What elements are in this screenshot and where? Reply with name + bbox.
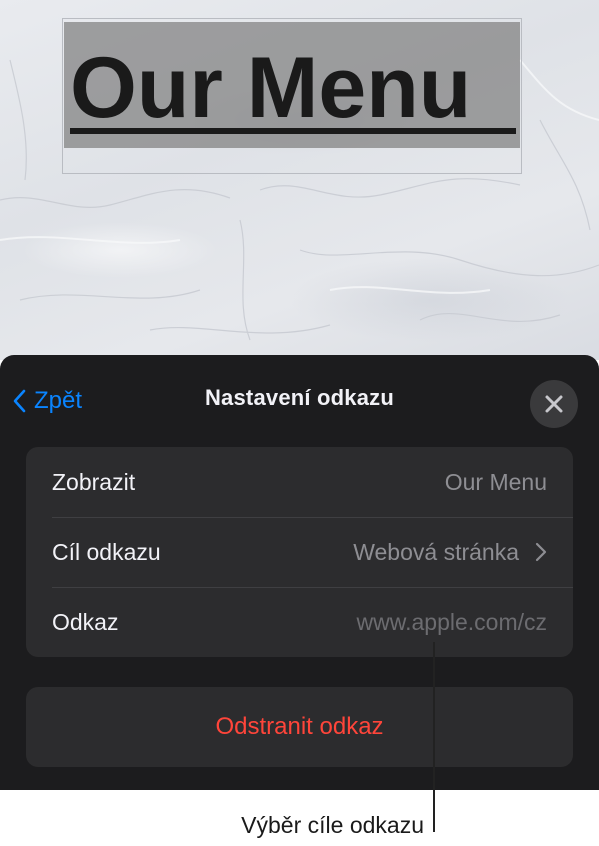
- remove-link-label: Odstranit odkaz: [215, 713, 384, 740]
- display-row[interactable]: Zobrazit Our Menu: [26, 447, 573, 517]
- close-icon: [545, 395, 563, 413]
- close-button[interactable]: [530, 380, 578, 428]
- link-target-label: Cíl odkazu: [52, 538, 161, 565]
- link-row[interactable]: Odkaz www.apple.com/cz: [26, 587, 573, 657]
- link-underline: [70, 128, 516, 134]
- link-label: Odkaz: [52, 608, 119, 635]
- remove-link-button[interactable]: Odstranit odkaz: [26, 687, 573, 767]
- callout-label: Výběr cíle odkazu: [241, 812, 424, 838]
- chevron-right-icon: [535, 542, 547, 562]
- link-url-field[interactable]: www.apple.com/cz: [357, 609, 547, 636]
- document-title[interactable]: Our Menu: [70, 38, 530, 138]
- callout-leader-line: [433, 642, 435, 832]
- link-target-value: Webová stránka: [353, 538, 519, 565]
- sheet-navigation-bar: Zpět Nastavení odkazu: [0, 355, 599, 450]
- link-settings-group: Zobrazit Our Menu Cíl odkazu Webová strá…: [26, 447, 573, 657]
- display-label: Zobrazit: [52, 468, 136, 495]
- display-value[interactable]: Our Menu: [445, 469, 547, 496]
- document-canvas[interactable]: Our Menu: [0, 0, 599, 360]
- link-target-row[interactable]: Cíl odkazu Webová stránka: [26, 517, 573, 587]
- link-settings-sheet: Zpět Nastavení odkazu Zobrazit Our Menu …: [0, 355, 599, 790]
- sheet-title: Nastavení odkazu: [204, 385, 395, 410]
